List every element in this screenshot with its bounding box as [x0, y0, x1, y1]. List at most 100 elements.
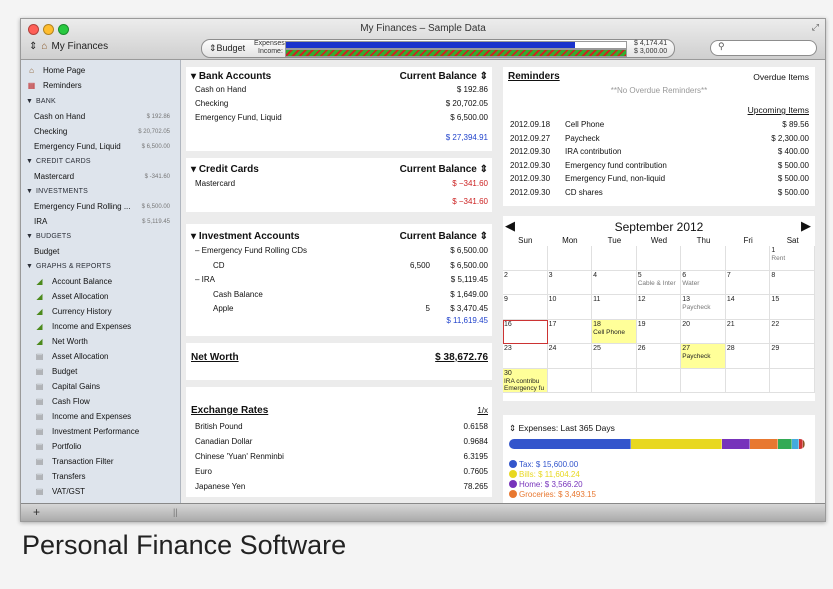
bank-account-name[interactable]: Emergency Fund, Liquid	[195, 113, 282, 122]
credit-cards-title[interactable]: ▾ Credit Cards	[191, 164, 259, 175]
calendar-day-cell[interactable]: 2	[503, 270, 548, 295]
calendar-day-cell[interactable]	[725, 246, 771, 271]
calendar-day-cell[interactable]: 13 Paycheck	[681, 295, 726, 320]
expense-legend-item[interactable]: Groceries: $ 3,493.15	[509, 490, 596, 499]
exchange-currency-name[interactable]: British Pound	[195, 422, 243, 431]
credit-card-name[interactable]: Mastercard	[195, 179, 235, 188]
calendar-day-cell[interactable]: 26	[636, 344, 682, 369]
calendar-day-cell[interactable]: 8	[770, 270, 815, 295]
sidebar-item-income-and-expenses[interactable]: ▤ Income and Expenses	[21, 410, 180, 424]
sidebar-section-header[interactable]: ▼ INVESTMENTS	[21, 185, 180, 199]
exchange-unit-toggle[interactable]: 1/x	[477, 406, 488, 415]
calendar-day-cell[interactable]: 14	[725, 295, 771, 320]
calendar-day-cell[interactable]: 20	[681, 319, 726, 344]
sidebar-item-emergency-fund-rolling-[interactable]: Emergency Fund Rolling ... $ 6,500.00	[21, 200, 180, 214]
sidebar-item-mastercard[interactable]: Mastercard $ -341.60	[21, 170, 180, 184]
calendar-day-cell[interactable]: 16	[503, 319, 548, 344]
sidebar-item-home-page[interactable]: ⌂ Home Page	[21, 64, 180, 78]
credit-balance-header[interactable]: Current Balance ⇕	[400, 164, 488, 175]
calendar-day-cell[interactable]: 9	[503, 295, 548, 320]
calendar-day-cell[interactable]	[547, 246, 593, 271]
calendar-day-cell[interactable]: 24	[547, 344, 593, 369]
calendar-day-cell[interactable]: 19	[636, 319, 682, 344]
investment-row-name[interactable]: – Emergency Fund Rolling CDs	[195, 246, 307, 255]
calendar-day-cell[interactable]	[681, 246, 726, 271]
investment-row-name[interactable]: – IRA	[195, 275, 215, 284]
exchange-currency-name[interactable]: Euro	[195, 467, 212, 476]
investment-row-name[interactable]: Apple	[213, 304, 233, 313]
reminder-name[interactable]: Cell Phone	[565, 120, 604, 129]
sidebar-item-currency-history[interactable]: ◢ Currency History	[21, 305, 180, 319]
exchange-currency-name[interactable]: Chinese 'Yuan' Renminbi	[195, 452, 284, 461]
sidebar-item-vat-gst[interactable]: ▤ VAT/GST	[21, 485, 180, 499]
sidebar-section-header[interactable]: ▼ GRAPHS & REPORTS	[21, 260, 180, 274]
calendar-day-cell[interactable]: 23	[503, 344, 548, 369]
calendar-day-cell[interactable]: 25	[592, 344, 637, 369]
reminder-name[interactable]: Emergency Fund, non-liquid	[565, 174, 665, 183]
calendar-day-cell[interactable]: 5 Cable & Inter	[636, 270, 682, 295]
account-selector[interactable]: ⇕ ⌂ My Finances	[29, 41, 108, 52]
sidebar-item-income-and-expenses[interactable]: ◢ Income and Expenses	[21, 320, 180, 334]
add-account-button[interactable]: +	[33, 505, 40, 519]
sidebar-item-transfers[interactable]: ▤ Transfers	[21, 470, 180, 484]
expenses-title[interactable]: ⇕ Expenses: Last 365 Days	[509, 423, 615, 434]
sidebar-item-cash-on-hand[interactable]: Cash on Hand $ 192.86	[21, 110, 180, 124]
calendar-day-cell[interactable]: 30 IRA contribu Emergency fu	[503, 368, 548, 393]
calendar-day-cell[interactable]	[681, 368, 726, 393]
sidebar-section-header[interactable]: ▼ CREDIT CARDS	[21, 155, 180, 169]
sidebar-section-header[interactable]: ▼ BUDGETS	[21, 230, 180, 244]
calendar-day-cell[interactable]: 11	[592, 295, 637, 320]
sidebar-item-account-balance[interactable]: ◢ Account Balance	[21, 275, 180, 289]
calendar-day-cell[interactable]	[725, 368, 771, 393]
calendar-day-cell[interactable]	[503, 246, 548, 271]
calendar-day-cell[interactable]	[547, 368, 593, 393]
calendar-day-cell[interactable]: 18 Cell Phone	[592, 319, 637, 344]
calendar-day-cell[interactable]: 21	[725, 319, 771, 344]
reminder-name[interactable]: Paycheck	[565, 134, 600, 143]
calendar-day-cell[interactable]: 1 Rent	[770, 246, 815, 271]
calendar-day-cell[interactable]: 29	[770, 344, 815, 369]
calendar-day-cell[interactable]: 17	[547, 319, 593, 344]
expense-bar-segment[interactable]	[802, 439, 805, 449]
exchange-currency-name[interactable]: Canadian Dollar	[195, 437, 252, 446]
expense-bar-segment[interactable]	[791, 439, 799, 449]
bank-account-name[interactable]: Checking	[195, 99, 228, 108]
sidebar-resize-handle[interactable]: ||	[173, 507, 178, 517]
bank-account-name[interactable]: Cash on Hand	[195, 85, 246, 94]
calendar-day-cell[interactable]	[592, 368, 637, 393]
sidebar-item-budget[interactable]: Budget	[21, 245, 180, 259]
investment-balance-header[interactable]: Current Balance ⇕	[400, 231, 488, 242]
expense-legend-item[interactable]: Bills: $ 11,604.24	[509, 470, 580, 479]
budget-bar-control[interactable]: ⇕Budget Expenses: Income: $ 4,174.41 $ 3…	[201, 39, 675, 58]
reminder-name[interactable]: CD shares	[565, 188, 603, 197]
sidebar-item-budget[interactable]: ▤ Budget	[21, 365, 180, 379]
calendar-day-cell[interactable]	[636, 246, 682, 271]
calendar-day-cell[interactable]: 12	[636, 295, 682, 320]
calendar-day-cell[interactable]: 22	[770, 319, 815, 344]
calendar-day-cell[interactable]: 27 Paycheck	[681, 344, 726, 369]
investment-accounts-title[interactable]: ▾ Investment Accounts	[191, 231, 300, 242]
search-input[interactable]: ⚲	[710, 40, 817, 56]
calendar-day-cell[interactable]: 10	[547, 295, 593, 320]
sidebar-item-cash-flow[interactable]: ▤ Cash Flow	[21, 395, 180, 409]
investment-row-name[interactable]: CD	[213, 261, 225, 270]
bank-balance-header[interactable]: Current Balance ⇕	[400, 71, 488, 82]
exchange-currency-name[interactable]: Japanese Yen	[195, 482, 245, 491]
expense-bar-segment[interactable]	[631, 439, 723, 449]
bank-accounts-title[interactable]: ▾ Bank Accounts	[191, 71, 271, 82]
calendar-day-cell[interactable]	[770, 368, 815, 393]
expense-bar-segment[interactable]	[509, 439, 632, 449]
calendar-day-cell[interactable]: 3	[547, 270, 593, 295]
sidebar-item-net-worth[interactable]: ◢ Net Worth	[21, 335, 180, 349]
sidebar-item-checking[interactable]: Checking $ 20,702.05	[21, 125, 180, 139]
calendar-day-cell[interactable]: 28	[725, 344, 771, 369]
expense-legend-item[interactable]: Tax: $ 15,600.00	[509, 460, 578, 469]
expense-bar-segment[interactable]	[722, 439, 751, 449]
sidebar-section-header[interactable]: ▼ BANK	[21, 95, 180, 109]
calendar-day-cell[interactable]: 7	[725, 270, 771, 295]
sidebar-item-reminders[interactable]: ▦ Reminders	[21, 79, 180, 93]
sidebar-item-investment-performance[interactable]: ▤ Investment Performance	[21, 425, 180, 439]
calendar-day-cell[interactable]: 4	[592, 270, 637, 295]
fullscreen-icon[interactable]: ⤢	[812, 22, 819, 33]
calendar-day-cell[interactable]	[636, 368, 682, 393]
